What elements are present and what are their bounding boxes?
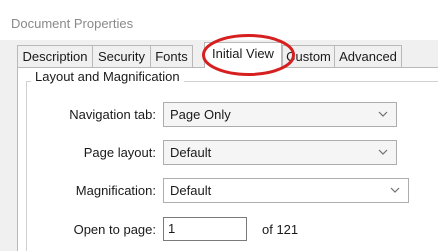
tab-custom[interactable]: Custom	[282, 45, 335, 67]
magnification-label: Magnification:	[75, 183, 156, 198]
chevron-down-icon	[390, 187, 400, 193]
tab-fonts[interactable]: Fonts	[150, 45, 193, 67]
tab-advanced[interactable]: Advanced	[334, 45, 402, 67]
tab-security[interactable]: Security	[92, 45, 151, 67]
open-to-page-label: Open to page:	[73, 222, 156, 237]
magnification-combobox[interactable]: Default	[163, 178, 409, 203]
navigation-tab-label: Navigation tab:	[69, 107, 156, 122]
navigation-tab-value: Page Only	[170, 107, 231, 122]
chevron-down-icon	[378, 111, 388, 117]
title-bar: Document Properties	[0, 0, 438, 40]
open-to-page-input[interactable]: 1	[163, 217, 247, 241]
page-layout-label: Page layout:	[83, 145, 156, 160]
navigation-tab-dropdown[interactable]: Page Only	[163, 102, 397, 127]
magnification-value: Default	[170, 183, 212, 198]
window-title: Document Properties	[11, 16, 134, 31]
chevron-down-icon	[378, 149, 388, 155]
page-count-text: of 121	[262, 222, 299, 237]
page-layout-value: Default	[170, 145, 212, 160]
page-layout-dropdown[interactable]: Default	[163, 140, 397, 165]
document-properties-dialog: Document Properties Description Security…	[0, 0, 438, 251]
tab-initial-view[interactable]: Initial View	[204, 42, 282, 68]
tab-strip: Description Security Fonts Initial View …	[17, 42, 438, 68]
tab-description[interactable]: Description	[17, 45, 93, 67]
group-legend: Layout and Magnification	[31, 69, 184, 84]
